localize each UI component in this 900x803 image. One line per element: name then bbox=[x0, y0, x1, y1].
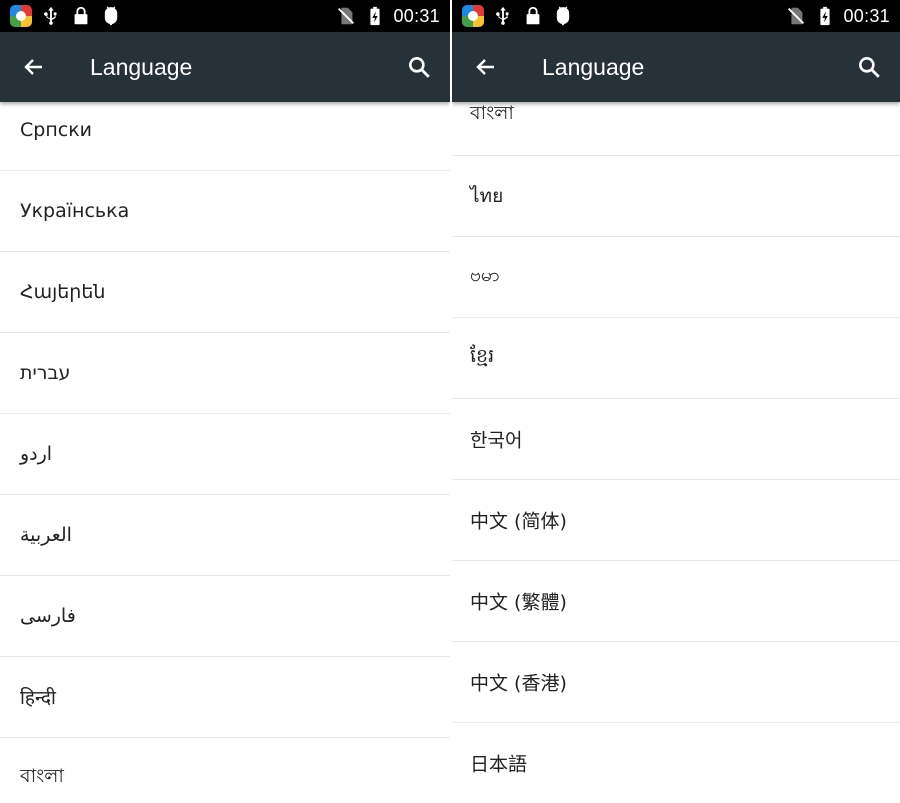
status-time: 00:31 bbox=[393, 5, 440, 26]
lock-icon bbox=[522, 5, 544, 27]
language-label: Српски bbox=[20, 119, 93, 141]
list-item[interactable]: ไทย bbox=[452, 156, 900, 237]
list-item[interactable]: العربية bbox=[0, 495, 450, 576]
battery-charging-icon bbox=[364, 5, 386, 27]
language-label: 中文 (香港) bbox=[470, 672, 567, 695]
language-label: Հայերեն bbox=[20, 281, 106, 303]
list-item[interactable]: 한국어 bbox=[452, 399, 900, 480]
android-debug-icon bbox=[100, 5, 122, 27]
list-item[interactable]: עברית bbox=[0, 333, 450, 414]
list-item[interactable]: 中文 (繁體) bbox=[452, 561, 900, 642]
language-label: اردو bbox=[20, 443, 53, 465]
list-item[interactable]: فارسی bbox=[0, 576, 450, 657]
left-screen: 00:31 Language Српски Українська Հայերեն… bbox=[0, 0, 450, 803]
app-logo-icon bbox=[10, 5, 32, 27]
list-item[interactable]: ဗမာ bbox=[452, 237, 900, 318]
language-label: עברית bbox=[20, 362, 71, 384]
language-label: ဗမာ bbox=[470, 264, 500, 286]
language-label: ไทย bbox=[470, 185, 504, 207]
no-sim-icon bbox=[335, 5, 357, 27]
list-item[interactable]: 日本語 bbox=[452, 723, 900, 803]
list-item[interactable]: 中文 (简体) bbox=[452, 480, 900, 561]
battery-charging-icon bbox=[814, 5, 836, 27]
language-label: ខ្មែរ bbox=[470, 345, 495, 367]
page-title: Language bbox=[542, 54, 645, 80]
status-bar: 00:31 bbox=[0, 0, 450, 32]
status-time: 00:31 bbox=[843, 5, 890, 26]
list-item[interactable]: Հայերեն bbox=[0, 252, 450, 333]
list-item[interactable]: 中文 (香港) bbox=[452, 642, 900, 723]
language-label: فارسی bbox=[20, 605, 76, 627]
right-screen: 00:31 Language বাংলা ไทย ဗမာ ខ្មែរ 한국어 中… bbox=[452, 0, 900, 803]
language-label: हिन्दी bbox=[20, 687, 56, 709]
language-label: 한국어 bbox=[470, 429, 523, 452]
lock-icon bbox=[70, 5, 92, 27]
list-item[interactable]: ខ្មែរ bbox=[452, 318, 900, 399]
list-item[interactable]: বাংলা bbox=[0, 738, 450, 803]
language-label: 日本語 bbox=[470, 753, 528, 776]
language-list: বাংলা ไทย ဗမာ ខ្មែរ 한국어 中文 (简体) 中文 (繁體) … bbox=[452, 75, 900, 803]
list-item[interactable]: Українська bbox=[0, 171, 450, 252]
no-sim-icon bbox=[785, 5, 807, 27]
page-title: Language bbox=[90, 54, 193, 80]
android-debug-icon bbox=[552, 5, 574, 27]
language-label: 中文 (繁體) bbox=[470, 591, 567, 614]
list-item[interactable]: اردو bbox=[0, 414, 450, 495]
language-label: Українська bbox=[20, 200, 130, 222]
arrow-back-icon[interactable] bbox=[22, 55, 46, 79]
status-bar: 00:31 bbox=[452, 0, 900, 32]
language-list: Српски Українська Հայերեն עברית اردو الع… bbox=[0, 90, 450, 803]
language-label: العربية bbox=[20, 524, 72, 546]
list-item[interactable]: Српски bbox=[0, 90, 450, 171]
app-toolbar: Language bbox=[0, 32, 450, 102]
list-item[interactable]: हिन्दी bbox=[0, 657, 450, 738]
usb-icon bbox=[40, 5, 62, 27]
language-label: 中文 (简体) bbox=[470, 510, 567, 533]
language-label: বাংলা bbox=[470, 102, 514, 124]
app-toolbar: Language bbox=[452, 32, 900, 102]
usb-icon bbox=[492, 5, 514, 27]
app-logo-icon bbox=[462, 5, 484, 27]
arrow-back-icon[interactable] bbox=[474, 55, 498, 79]
search-icon[interactable] bbox=[856, 54, 882, 80]
language-label: বাংলা bbox=[20, 765, 64, 787]
search-icon[interactable] bbox=[406, 54, 432, 80]
